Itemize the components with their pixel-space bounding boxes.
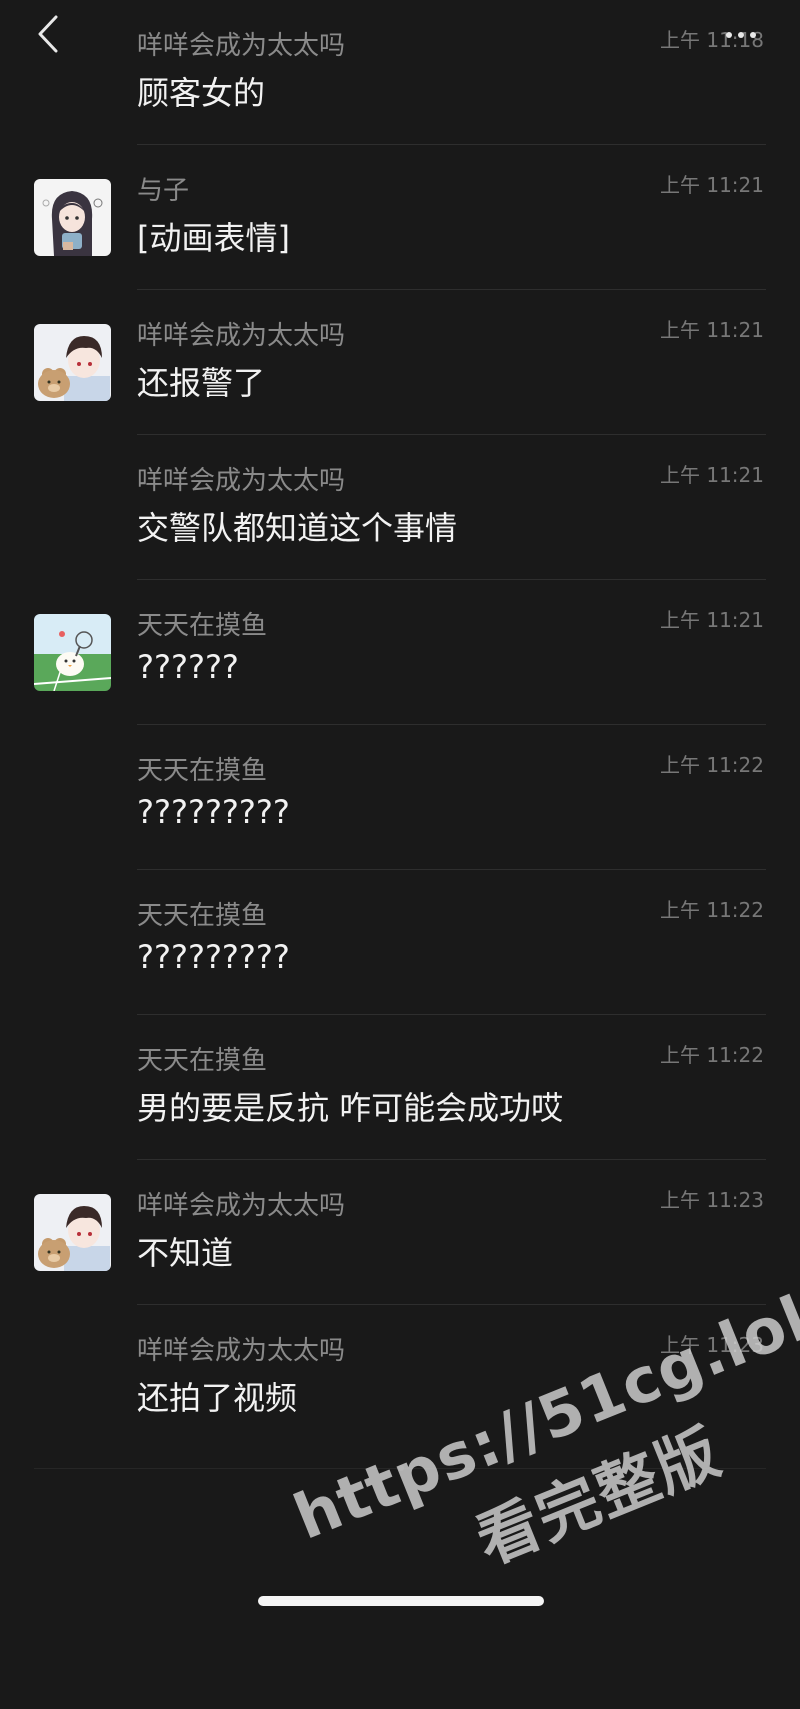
message-sender: 咩咩会成为太太吗	[137, 1336, 346, 1366]
message-text: 顾客女的	[137, 74, 266, 112]
home-indicator[interactable]	[258, 1596, 544, 1606]
message-item[interactable]: 咩咩会成为太太吗 上午 11:21 还报警了	[0, 290, 800, 435]
avatar-anime-boy-bear[interactable]	[34, 324, 111, 401]
message-sender: 天天在摸鱼	[137, 1046, 268, 1076]
message-sender: 天天在摸鱼	[137, 901, 268, 931]
message-time: 上午 11:21	[660, 463, 764, 487]
message-sender: 咩咩会成为太太吗	[137, 321, 346, 351]
message-text: 男的要是反抗 咋可能会成功哎	[137, 1089, 564, 1127]
message-item[interactable]: 咩咩会成为太太吗 上午 11:23 不知道	[0, 1160, 800, 1305]
message-sender: 与子	[137, 176, 190, 206]
message-time: 上午 11:21	[660, 608, 764, 632]
message-sender: 咩咩会成为太太吗	[137, 1191, 346, 1221]
message-item[interactable]: 咩咩会成为太太吗 上午 11:21 交警队都知道这个事情	[0, 435, 800, 580]
avatar-anime-boy-bear[interactable]	[34, 1194, 111, 1271]
message-time: 上午 11:22	[660, 753, 764, 777]
message-text: 不知道	[137, 1234, 234, 1272]
message-text: ?????????	[137, 938, 290, 976]
back-button[interactable]	[30, 12, 66, 56]
message-time: 上午 11:22	[660, 898, 764, 922]
message-list: 咩咩会成为太太吗 上午 11:18 顾客女的 与子 上午 11:21 [动画表情…	[0, 0, 800, 1450]
page-indicator-dot	[398, 1465, 404, 1471]
message-time: 上午 11:23	[660, 1333, 764, 1357]
message-sender: 咩咩会成为太太吗	[137, 466, 346, 496]
message-text: [动画表情]	[137, 219, 290, 257]
message-item[interactable]: 天天在摸鱼 上午 11:21 ??????	[0, 580, 800, 725]
message-item[interactable]: 天天在摸鱼 上午 11:22 ?????????	[0, 870, 800, 1015]
message-item[interactable]: 天天在摸鱼 上午 11:22 ?????????	[0, 725, 800, 870]
message-time: 上午 11:22	[660, 1043, 764, 1067]
message-sender: 咩咩会成为太太吗	[137, 31, 346, 61]
message-text: 交警队都知道这个事情	[137, 509, 458, 547]
chevron-left-icon	[38, 15, 58, 53]
more-dots-icon	[723, 32, 759, 38]
message-item[interactable]: 咩咩会成为太太吗 上午 11:18 顾客女的	[0, 0, 800, 145]
message-text: 还报警了	[137, 364, 266, 402]
more-button[interactable]	[716, 20, 766, 50]
message-time: 上午 11:23	[660, 1188, 764, 1212]
avatar-anime-girl[interactable]	[34, 179, 111, 256]
message-item[interactable]: 咩咩会成为太太吗 上午 11:23 还拍了视频	[0, 1305, 800, 1450]
message-item[interactable]: 天天在摸鱼 上午 11:22 男的要是反抗 咋可能会成功哎	[0, 1015, 800, 1160]
message-sender: 天天在摸鱼	[137, 611, 268, 641]
message-text: ?????????	[137, 793, 290, 831]
message-time: 上午 11:21	[660, 173, 764, 197]
message-text: 还拍了视频	[137, 1379, 298, 1417]
message-time: 上午 11:21	[660, 318, 764, 342]
message-text: ??????	[137, 648, 239, 686]
message-item[interactable]: 与子 上午 11:21 [动画表情]	[0, 145, 800, 290]
message-sender: 天天在摸鱼	[137, 756, 268, 786]
avatar-chick-tennis[interactable]	[34, 614, 111, 691]
